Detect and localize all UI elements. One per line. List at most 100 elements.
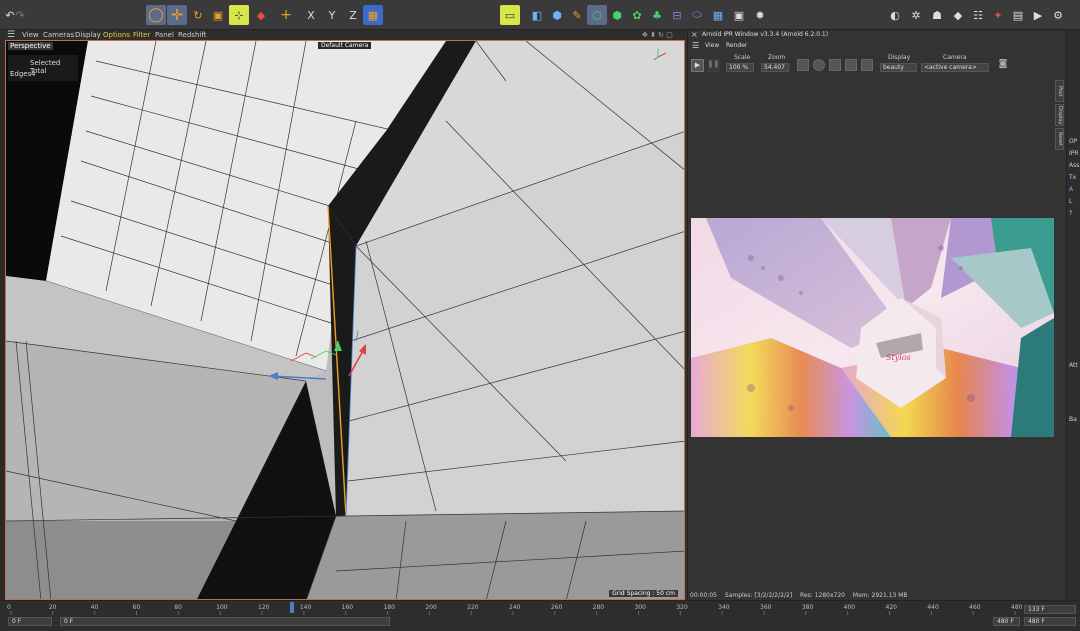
menu-cameras[interactable]: Cameras <box>43 30 74 40</box>
deformer-icon[interactable]: ⊟ <box>667 5 687 25</box>
move-tool-icon[interactable]: ✛ <box>167 5 187 25</box>
camera-label-arnold: Camera <box>943 54 967 61</box>
menu-options[interactable]: Options <box>103 30 130 40</box>
right-strip-help[interactable]: ? <box>1069 210 1072 217</box>
grid-icon[interactable] <box>829 59 841 71</box>
viewport-nav-icons[interactable]: ✥ ⬍ ↻ ▢ <box>642 30 673 40</box>
arnold-title: Arnold IPR Window v3.3.4 (Arnold 6.2.0.1… <box>702 31 829 38</box>
arnold-sky-icon[interactable]: ☗ <box>927 5 947 25</box>
array-icon[interactable]: ⬢ <box>607 5 627 25</box>
timeline-tick-label: 360 <box>760 604 772 611</box>
range-start-field[interactable]: 0 F <box>60 617 390 626</box>
light-icon[interactable]: ✹ <box>750 5 770 25</box>
viewport-menubar: ☰ View Cameras Display Options Filter Pa… <box>0 30 685 40</box>
timeline-tick-label: 240 <box>509 604 521 611</box>
lock-x-axis-icon[interactable]: X <box>301 5 321 25</box>
cube-icon[interactable]: ⬢ <box>547 5 567 25</box>
selection-hud: Selected Total Edges 4 <box>8 55 78 81</box>
mograph-icon[interactable]: ✿ <box>627 5 647 25</box>
timeline-tick-label: 440 <box>927 604 939 611</box>
crosshair-icon[interactable] <box>813 59 825 71</box>
coordinate-system-icon[interactable]: ▦ <box>363 5 383 25</box>
svg-text:Stylos: Stylos <box>886 353 911 362</box>
subdivision-icon[interactable]: ⬡ <box>587 5 607 25</box>
arnold-shader-icon[interactable]: ✲ <box>906 5 926 25</box>
side-tab-reset[interactable]: Reset <box>1055 128 1064 150</box>
cloner-icon[interactable]: ♣ <box>647 5 667 25</box>
field-icon[interactable]: ⬭ <box>687 5 707 25</box>
menu-redshift[interactable]: Redshift <box>178 30 206 40</box>
play-render-icon[interactable]: ▶ <box>691 59 704 72</box>
menu-display[interactable]: Display <box>75 30 101 40</box>
scale-field[interactable]: 100 % <box>726 63 754 72</box>
live-selection-icon[interactable]: ◯ <box>146 5 166 25</box>
timeline-playhead[interactable] <box>290 602 294 613</box>
model-mode-icon[interactable]: ⊹ <box>229 5 249 25</box>
timeline-tick-label: 120 <box>258 604 270 611</box>
rotate-tool-icon[interactable]: ↻ <box>188 5 208 25</box>
timeline-tick-label: 200 <box>425 604 437 611</box>
right-strip-ass[interactable]: Ass <box>1069 162 1079 169</box>
status-resolution: Res: 1280x720 <box>800 592 845 599</box>
right-strip-ba[interactable]: Ba <box>1069 416 1077 423</box>
picker-icon[interactable] <box>861 59 873 71</box>
timeline-tick-label: 340 <box>718 604 730 611</box>
menu-panel[interactable]: Panel <box>155 30 174 40</box>
render-clapboard-icon[interactable]: ▶ <box>1028 5 1048 25</box>
pen-icon[interactable]: ✎ <box>567 5 587 25</box>
settings-clapboard-icon[interactable]: ⚙ <box>1048 5 1068 25</box>
arnold-light-icon[interactable]: ◆ <box>948 5 968 25</box>
region-icon[interactable] <box>797 59 809 71</box>
arnold-logo-icon[interactable]: ◐ <box>885 5 905 25</box>
right-strip-a[interactable]: A <box>1069 186 1073 193</box>
arnold-menu-view[interactable]: View <box>705 42 719 49</box>
side-tab-post[interactable]: Post <box>1055 80 1064 102</box>
arnold-hamburger-icon[interactable]: ☰ <box>692 41 699 50</box>
lock-y-axis-icon[interactable]: Y <box>322 5 342 25</box>
display-select[interactable]: beauty <box>880 63 917 72</box>
timeline-tick-label: 0 <box>7 604 11 611</box>
clapboard-icon[interactable]: ▤ <box>1008 5 1028 25</box>
side-tab-display[interactable]: Display <box>1055 104 1064 126</box>
add-object-icon[interactable]: + <box>276 5 296 25</box>
channels-icon[interactable] <box>845 59 857 71</box>
menu-view[interactable]: View <box>22 30 39 40</box>
current-frame-field[interactable]: 133 F <box>1024 605 1076 614</box>
right-strip-l[interactable]: L <box>1069 198 1072 205</box>
lock-z-axis-icon[interactable]: Z <box>343 5 363 25</box>
camera-label[interactable]: Default Camera <box>318 42 372 49</box>
arnold-menu-render[interactable]: Render <box>726 42 747 49</box>
timeline-tick-label: 20 <box>48 604 57 611</box>
right-strip-tx[interactable]: Tx <box>1069 174 1076 181</box>
right-strip-att[interactable]: Att <box>1069 362 1078 369</box>
redo-icon[interactable]: ↷ <box>10 5 30 25</box>
viewport-label: Perspective <box>8 42 53 50</box>
zoom-field[interactable]: 54.407 <box>761 63 789 72</box>
snapshot-camera-icon[interactable]: ◙ <box>996 59 1010 71</box>
arnold-status-bar: 00:00:05 Samples: [3/2/2/2/2/2] Res: 128… <box>690 592 908 599</box>
viewport-hamburger-icon[interactable]: ☰ <box>7 30 15 40</box>
camera-select[interactable]: <active camera> <box>921 63 989 72</box>
pause-render-icon[interactable]: ❚❚ <box>707 59 720 72</box>
right-strip-ipr[interactable]: IPR <box>1069 150 1079 157</box>
end-frame-field[interactable]: 480 F <box>1024 617 1076 626</box>
snap-icon[interactable]: ◆ <box>251 5 271 25</box>
arnold-ipr-window: × Arnold IPR Window v3.3.4 (Arnold 6.2.0… <box>687 30 1055 600</box>
menu-filter[interactable]: Filter <box>133 30 150 40</box>
render-view-icon[interactable]: ◧ <box>527 5 547 25</box>
hud-row-value: 4 <box>31 70 36 78</box>
start-frame-field[interactable]: 0 F <box>8 617 52 626</box>
status-memory: Mem: 2921.13 MB <box>852 592 908 599</box>
arnold-tag-icon[interactable]: ☷ <box>968 5 988 25</box>
camera-icon[interactable]: ▣ <box>729 5 749 25</box>
arnold-procedural-icon[interactable]: ✦ <box>988 5 1008 25</box>
render-region-icon[interactable]: ▭ <box>500 5 520 25</box>
range-end-field[interactable]: 480 F <box>993 617 1020 626</box>
timeline-tick-label: 260 <box>550 604 563 611</box>
scale-tool-icon[interactable]: ▣ <box>208 5 228 25</box>
display-label: Display <box>888 54 911 61</box>
right-strip-op[interactable]: OP <box>1069 138 1077 145</box>
timeline[interactable]: 0 20 40 60 80 100 120 140 160 180 200 220 240 260 280 3… <box>0 600 1080 631</box>
floor-icon[interactable]: ▦ <box>708 5 728 25</box>
3d-viewport[interactable]: Perspective Selected Total Edges 4 Defau… <box>5 40 685 600</box>
